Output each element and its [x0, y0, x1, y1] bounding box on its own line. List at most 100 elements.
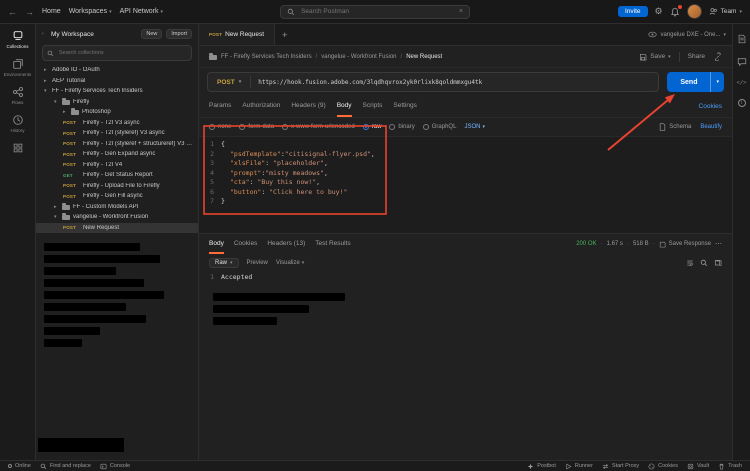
send-options-caret[interactable]: ▾ [710, 72, 724, 92]
beautify-link[interactable]: Beautify [700, 124, 722, 130]
home-link[interactable]: Home [42, 8, 61, 15]
view-preview[interactable]: Preview [247, 260, 268, 266]
import-button[interactable]: Import [166, 29, 192, 39]
send-button[interactable]: Send ▾ [667, 72, 724, 92]
view-raw-dropdown[interactable]: Raw ▾ [209, 258, 239, 268]
documentation-icon[interactable] [737, 34, 747, 44]
response-body[interactable]: 1 Accepted [199, 271, 732, 460]
global-search[interactable]: × [280, 5, 470, 19]
body-type-graphql[interactable]: GraphQL [423, 124, 457, 130]
rail-item-environments[interactable]: Environments [0, 58, 35, 77]
postbot-button[interactable]: Postbot [527, 463, 556, 470]
breadcrumb-current: New Request [406, 54, 442, 60]
more-options-icon[interactable]: ⋯ [715, 240, 722, 248]
cookies-button[interactable]: Cookies [648, 463, 678, 470]
tree-item-request[interactable]: POST Firefly - Upload File to Firefly [36, 181, 198, 192]
body-type-raw[interactable]: raw [363, 124, 382, 130]
back-icon[interactable]: ← [8, 7, 17, 17]
search-icon[interactable] [700, 259, 708, 267]
find-and-replace-button[interactable]: Find and replace [40, 463, 91, 470]
body-type-none[interactable]: none [209, 124, 231, 130]
tab-authorization[interactable]: Authorization [242, 96, 280, 117]
breadcrumb[interactable]: FF - Firefly Services Tech Insiders [221, 54, 312, 60]
clear-search-icon[interactable]: × [459, 8, 463, 15]
new-button[interactable]: New [141, 29, 162, 39]
collections-search[interactable] [42, 45, 192, 61]
open-request-tab[interactable]: POST New Request [199, 24, 275, 45]
response-tab-test-results[interactable]: Test Results [315, 234, 350, 254]
workspaces-menu[interactable]: Workspaces ▾ [69, 8, 112, 15]
tree-item-collection[interactable]: ▸ AEP Tutorial [36, 76, 198, 87]
tab-headers[interactable]: Headers (9) [291, 96, 325, 117]
body-type-urlencoded[interactable]: x-www-form-urlencoded [282, 124, 355, 130]
tree-item-request[interactable]: GET Firefly - Get Status Report [36, 170, 198, 181]
separator-dot: · [653, 241, 655, 247]
chevron-left-icon[interactable]: ‹ [42, 31, 47, 37]
forward-icon[interactable]: → [25, 7, 34, 17]
wrap-text-icon[interactable] [686, 259, 694, 267]
vault-button[interactable]: Vault [687, 463, 709, 470]
method-selector[interactable]: POST ▾ [208, 79, 250, 86]
avatar[interactable] [687, 4, 702, 19]
new-tab-button[interactable]: + [275, 30, 294, 40]
tab-body[interactable]: Body [337, 96, 352, 117]
tab-scripts[interactable]: Scripts [363, 96, 383, 117]
workspace-title[interactable]: My Workspace [51, 31, 137, 38]
response-tab-cookies[interactable]: Cookies [234, 234, 257, 254]
code-snippet-icon[interactable]: </> [737, 80, 747, 86]
api-network-menu[interactable]: API Network ▾ [120, 8, 163, 15]
info-icon[interactable]: i [738, 99, 746, 107]
team-menu[interactable]: Team ▾ [709, 7, 742, 16]
language-selector[interactable]: JSON ▾ [464, 124, 485, 130]
online-status[interactable]: Online [8, 463, 31, 469]
code-token: : [261, 188, 269, 196]
response-tab-body[interactable]: Body [209, 234, 224, 254]
response-tab-headers[interactable]: Headers (13) [267, 234, 305, 254]
tree-item-request[interactable]: POST Firefly - Gen Expand async [36, 149, 198, 160]
url-input[interactable] [251, 79, 658, 86]
runner-button[interactable]: Runner [565, 463, 593, 470]
tab-settings[interactable]: Settings [393, 96, 417, 117]
schema-button[interactable]: Schema [659, 123, 691, 131]
settings-gear-icon[interactable]: ⚙ [655, 7, 663, 16]
start-proxy-button[interactable]: Start Proxy [602, 463, 639, 470]
rail-item-more[interactable] [0, 142, 35, 154]
body-type-form-data[interactable]: form-data [239, 124, 274, 130]
tree-item-collection[interactable]: ▸ Adobe IO - OAuth [36, 65, 198, 76]
rail-item-history[interactable]: History [0, 114, 35, 133]
tree-item-request-selected[interactable]: POST New Request [36, 223, 198, 234]
save-response-button[interactable]: Save Response [659, 241, 711, 248]
tree-item-request[interactable]: POST Firefly - T2I V4 [36, 160, 198, 171]
breadcrumb[interactable]: vangelue - Workfront Fusion [321, 54, 396, 60]
tree-item-request[interactable]: POST Firefly - T2I (styleref) V3 async [36, 128, 198, 139]
body-editor[interactable]: 1 { 2 "psdTemplate":"citisignal-flyer.ps… [199, 136, 732, 233]
tree-item-request[interactable]: POST Firefly - Gen Fill async [36, 191, 198, 202]
notifications-bell-icon[interactable] [670, 7, 680, 17]
collections-search-input[interactable] [57, 49, 187, 57]
tree-item-collection[interactable]: ▾ FF - Firefly Services Tech Insiders [36, 86, 198, 97]
environment-selector[interactable]: vangelue DXE - One... ▾ [648, 31, 732, 38]
console-button[interactable]: Console [100, 463, 130, 470]
tree-item-request[interactable]: POST Firefly - T2I V3 async [36, 118, 198, 129]
tree-item-folder[interactable]: ▸ Photoshop [36, 107, 198, 118]
search-input[interactable] [299, 7, 455, 16]
save-button[interactable]: Save ▾ [639, 53, 670, 61]
view-visualize[interactable]: Visualize ▾ [276, 260, 304, 266]
body-type-binary[interactable]: binary [389, 124, 414, 130]
tab-params[interactable]: Params [209, 96, 231, 117]
tree-item-request[interactable]: POST Firefly - T2I (styleref + structure… [36, 139, 198, 150]
share-button[interactable]: Share [688, 53, 705, 60]
comments-icon[interactable] [737, 57, 747, 67]
tree-item-folder[interactable]: ▾ Firefly [36, 97, 198, 108]
rail-item-collections[interactable]: Collections [0, 30, 35, 49]
tree-item-folder[interactable]: ▸ FF - Custom Models API [36, 202, 198, 213]
rail-item-flows[interactable]: Flows [0, 86, 35, 105]
copy-icon[interactable] [714, 259, 722, 267]
invite-button[interactable]: Invite [618, 6, 648, 17]
redacted-item [44, 243, 140, 251]
tree-item-folder[interactable]: ▾ vangelue - Workfront Fusion [36, 212, 198, 223]
trash-button[interactable]: Trash [718, 463, 742, 470]
cookies-link[interactable]: Cookies [699, 103, 722, 110]
link-button[interactable] [713, 52, 722, 61]
tree-label: Firefly - Upload File to Firefly [83, 183, 160, 189]
